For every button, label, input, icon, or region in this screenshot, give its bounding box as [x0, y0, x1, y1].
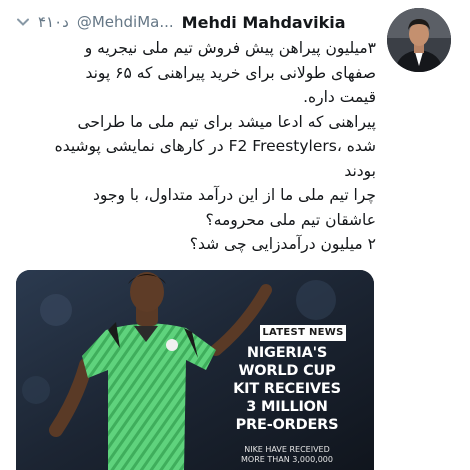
headline-line: WORLD CUP	[238, 363, 336, 379]
subline-line: NIKE HAVE RECEIVED	[244, 445, 330, 454]
author-name[interactable]: Mehdi Mahdavikia	[182, 13, 346, 32]
tweet-header: ۴۱۰د @MehdiMa... Mehdi Mahdavikia	[14, 10, 376, 34]
avatar-photo	[387, 8, 451, 72]
tweet-text: ۳میلیون پیراهن پیش فروش تیم ملی نیجریه و…	[18, 36, 376, 257]
tweet-text-line: صفهای طولانی برای خرید پیراهنی که ۶۵ پون…	[85, 63, 376, 82]
tweet-text-line: بودند	[344, 161, 376, 180]
subline-line: MORE THAN 3,000,000	[241, 455, 333, 464]
tweet-card[interactable]: ۴۱۰د @MehdiMa... Mehdi Mahdavikia ۳میلیو…	[0, 0, 470, 470]
tweet-text-line: قیمت داره.	[303, 88, 376, 106]
headline-line: NIGERIA'S	[246, 345, 328, 361]
tweet-text-line: ۲ میلیون درآمدزایی چی شد؟	[189, 235, 376, 253]
author-handle[interactable]: @MehdiMa...	[77, 13, 174, 31]
avatar[interactable]	[387, 8, 451, 72]
media-subline: NIKE HAVE RECEIVED MORE THAN 3,000,000	[222, 445, 352, 465]
tweet-text-line: پیراهنی که ادعا میشد برای تیم ملی ما طرا…	[77, 112, 376, 131]
latest-news-tag: LATEST NEWS	[260, 325, 346, 341]
headline-line: KIT RECEIVES	[233, 381, 341, 397]
tweet-text-line: چرا تیم ملی ما از این درآمد متداول، با و…	[93, 186, 376, 204]
tweet-text-line: عاشقان تیم ملی محرومه؟	[205, 210, 376, 229]
media-headline: NIGERIA'S WORLD CUP KIT RECEIVES 3 MILLI…	[222, 344, 352, 434]
headline-line: 3 MILLION	[246, 399, 328, 415]
tweet-text-line: شده ،F2 Freestylers در کارهای نمایشی پوش…	[54, 137, 376, 155]
tweet-text-line: ۳میلیون پیراهن پیش فروش تیم ملی نیجریه و	[84, 39, 376, 57]
headline-line: PRE-ORDERS	[235, 417, 339, 433]
tweet-time[interactable]: ۴۱۰د	[38, 13, 69, 31]
chevron-down-icon[interactable]	[14, 13, 32, 31]
